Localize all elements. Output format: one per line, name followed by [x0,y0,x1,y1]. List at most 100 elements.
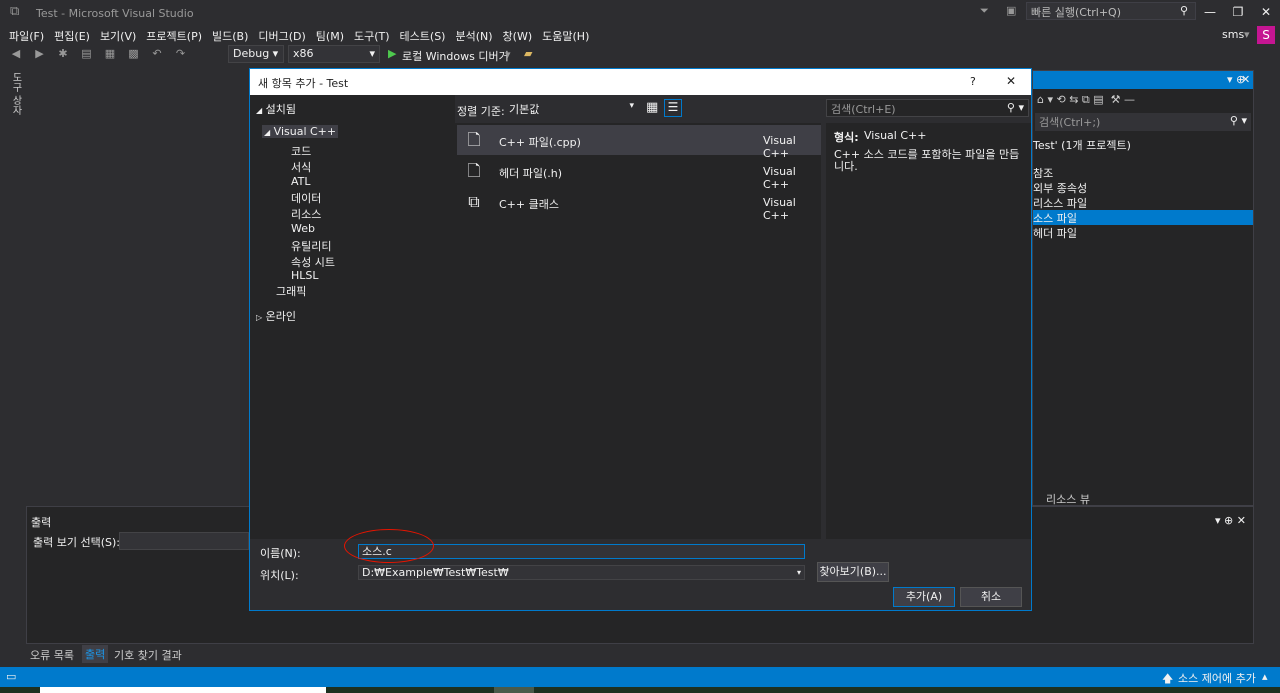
sort-select[interactable]: 기본값 ▾ [505,100,638,118]
menu-item[interactable]: 디버그(D) [253,26,310,46]
list-view-icon[interactable]: ☰ [664,99,682,117]
add-new-item-dialog: 새 항목 추가 - Test ? ✕ ◢ 설치됨 ◢ Visual C++ 코드… [249,68,1032,611]
menu-item[interactable]: 창(W) [498,26,538,46]
user-name[interactable]: sms [1222,28,1244,41]
forward-icon[interactable]: ▶ [33,47,47,61]
menu-item[interactable]: 분석(N) [450,26,497,46]
find-icon[interactable]: ▰ [524,47,532,60]
template-item[interactable]: 🗋 C++ 파일(.cpp) Visual C++ [457,125,821,160]
filter-icon[interactable]: ⏷ [980,4,989,18]
platform-select[interactable]: x86 ▾ [288,45,380,63]
toolbox-sidebar: 도구 상자 [0,66,26,506]
undo-icon[interactable]: ↶ [150,47,164,61]
tree-item[interactable]: ATL [291,175,311,188]
solution-header: ▾ ⊕ ✕ [1033,71,1253,89]
tree-item[interactable]: HLSL [291,269,319,282]
solution-item[interactable]: 참조 [1033,165,1253,180]
solution-item[interactable]: 리소스 파일 [1033,195,1253,210]
menu-item[interactable]: 빌드(B) [207,26,253,46]
maximize-button[interactable]: ❐ [1224,2,1252,22]
menu-item[interactable]: 도움말(H) [537,26,594,46]
tree-item[interactable]: 코드 [291,143,311,159]
solution-item[interactable]: 외부 종속성 [1033,180,1253,195]
title-bar: ⧉ Test - Microsoft Visual Studio ⏷ ▣ 빠른 … [0,0,1280,24]
browse-button[interactable]: 찾아보기(B)... [817,562,889,582]
user-dropdown-icon[interactable]: ▾ [1244,28,1250,41]
add-button[interactable]: 추가(A) [893,587,955,607]
close-window-button[interactable]: ✕ [1252,2,1280,22]
output-pane-options-icon[interactable]: ▾ ⊕ ✕ [1215,514,1246,527]
template-item[interactable]: ⧉ C++ 클래스 Visual C++ [457,187,821,222]
source-control-dropdown-icon[interactable]: ▴ [1262,670,1268,683]
source-control-button[interactable]: 소스 제어에 추가 [1178,670,1256,686]
solution-explorer: ▾ ⊕ ✕ ⌂ ▾ ⟲ ⇆ ⧉ ▤ ⚒ — 검색(Ctrl+;) ⚲ ▾ Test… [1032,70,1254,506]
menu-item[interactable]: 파일(F) [4,26,49,46]
output-source-select[interactable] [119,532,249,550]
os-taskbar [0,687,1280,693]
redo-icon[interactable]: ↷ [174,47,188,61]
back-icon[interactable]: ◀ [9,47,23,61]
solution-item[interactable]: 헤더 파일 [1033,225,1253,240]
tree-visual-cpp[interactable]: ◢ Visual C++ [262,125,339,138]
solution-search[interactable]: 검색(Ctrl+;) ⚲ ▾ [1035,113,1251,131]
tab-output[interactable]: 출력 [82,645,109,663]
quick-launch-input[interactable]: 빠른 실행(Ctrl+Q) [1026,2,1196,20]
save-all-icon[interactable]: ▩ [127,47,141,61]
template-search-input[interactable]: 검색(Ctrl+E) ⚲ ▾ [826,99,1029,117]
dialog-close-button[interactable]: ✕ [1006,74,1016,88]
category-tree: ◢ 설치됨 ◢ Visual C++ 코드 서식 ATL 데이터 리소스 Web 유틸리티 속… [250,95,455,539]
minimize-button[interactable]: — [1196,2,1224,22]
close-pane-icon[interactable]: ✕ [1241,73,1250,86]
menu-item[interactable]: 팀(M) [311,26,349,46]
run-debugger-button[interactable]: 로컬 Windows 디버거 [402,48,509,64]
annotation-circle [344,529,434,563]
tree-graphics[interactable]: 그래픽 [276,283,306,299]
user-avatar[interactable]: S [1257,26,1275,44]
template-item[interactable]: 🗋 헤더 파일(.h) Visual C++ [457,156,821,191]
search-icon[interactable]: ⚲ [1180,4,1188,17]
new-project-icon[interactable]: ✱ [56,47,70,61]
menu-item[interactable]: 편집(E) [49,26,95,46]
collapse-icon: ◢ [256,106,263,115]
location-input[interactable]: D:₩Example₩Test₩Test₩ ▾ [358,565,805,580]
solution-toolbar: ⌂ ▾ ⟲ ⇆ ⧉ ▤ ⚒ — [1037,93,1136,106]
save-icon[interactable]: ▦ [103,47,117,61]
template-name: C++ 파일(.cpp) [499,136,581,149]
grid-view-icon[interactable]: ▦ [646,100,658,115]
solution-item[interactable]: 소스 파일 [1033,210,1253,225]
config-select[interactable]: Debug ▾ [228,45,284,63]
tab-find-symbol-results[interactable]: 기호 찾기 결과 [114,647,182,663]
solution-root[interactable]: Test' (1개 프로젝트) [1033,137,1131,153]
tree-item[interactable]: 리소스 [291,206,321,222]
name-label: 이름(N): [260,547,301,560]
open-file-icon[interactable]: ▤ [80,47,94,61]
sort-label: 정렬 기준: [457,105,505,118]
menu-item[interactable]: 테스트(S) [395,26,451,46]
tab-error-list[interactable]: 오류 목록 [30,647,74,663]
tree-item[interactable]: Web [291,222,315,235]
tree-item[interactable]: 데이터 [291,190,321,206]
play-icon[interactable]: ▶ [388,47,396,60]
tree-item[interactable]: 속성 시트 [291,254,335,270]
menu-item[interactable]: 프로젝트(P) [141,26,207,46]
menu-bar: 파일(F) 편집(E) 보기(V) 프로젝트(P) 빌드(B) 디버그(D) 팀(M) 도구(… [0,24,1280,44]
menu-item[interactable]: 도구(T) [349,26,395,46]
tree-item[interactable]: 유틸리티 [291,238,331,254]
help-button[interactable]: ? [970,75,976,88]
template-type: Visual C++ [763,196,796,222]
window-title: Test - Microsoft Visual Studio [36,7,194,20]
tree-item[interactable]: 서식 [291,159,311,175]
template-name: C++ 클래스 [499,198,559,211]
notifications-icon[interactable]: ▣ [1006,4,1016,17]
resource-view-tab[interactable]: 리소스 뷰 [1046,491,1090,507]
class-icon: ⧉ [468,192,480,211]
run-dropdown-icon[interactable]: ▾ [505,48,511,61]
status-bar: ▭ 🡅 소스 제어에 추가 ▴ [0,667,1280,687]
tree-installed[interactable]: ◢ 설치됨 [256,101,296,117]
tree-online[interactable]: ▷ 온라인 [256,308,296,324]
template-details: 형식: Visual C++ C++ 소스 코드를 포함하는 파일을 만듭니다. [826,123,1031,539]
menu-item[interactable]: 보기(V) [95,26,141,46]
detail-type-label: 형식: [834,131,859,144]
cancel-button[interactable]: 취소 [960,587,1022,607]
toolbox-tab[interactable]: 도구 상자 [8,72,23,115]
